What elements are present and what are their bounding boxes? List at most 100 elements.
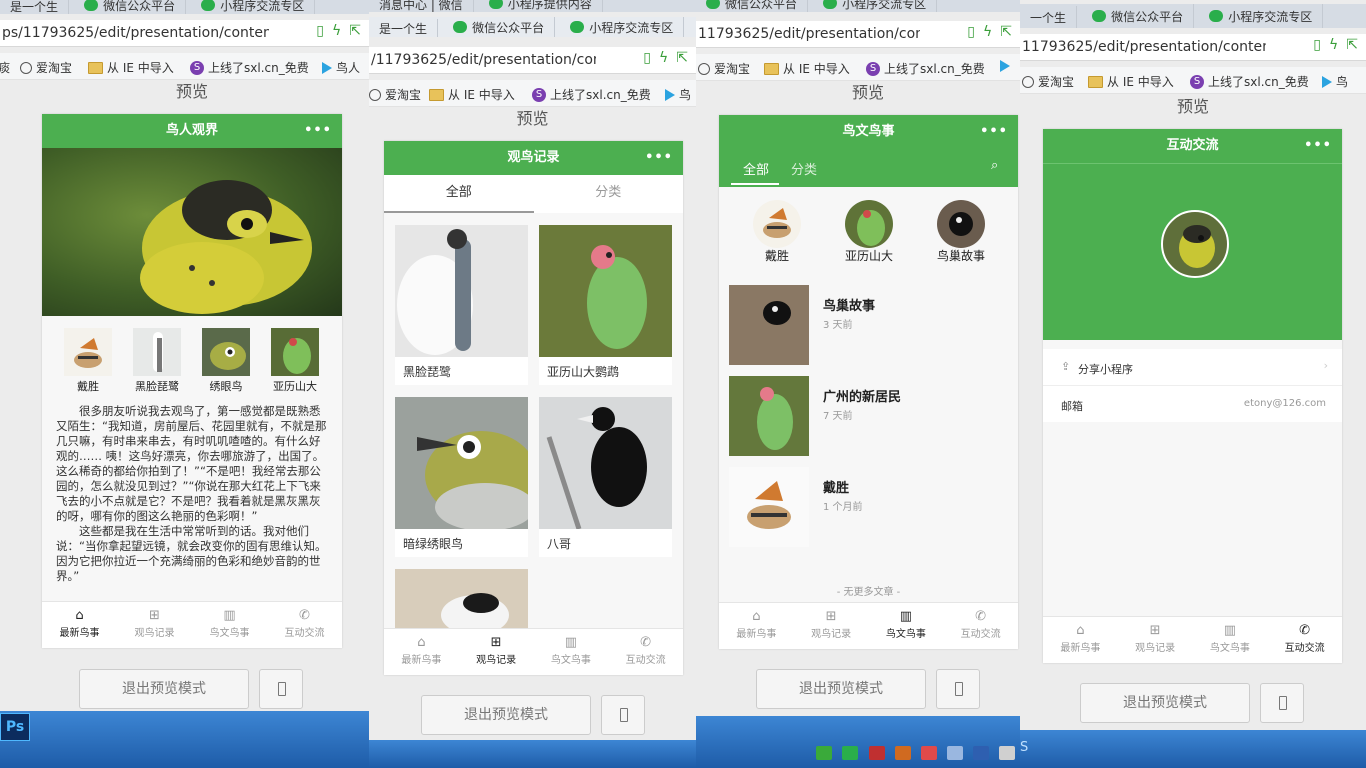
book-icon[interactable]: ▯ [1313, 37, 1329, 53]
volume-icon[interactable] [999, 746, 1015, 760]
bookmark-ie-import[interactable]: 从 IE 中导入 [1088, 73, 1174, 90]
bookmark-taobao[interactable]: 爱淘宝 [1022, 73, 1074, 90]
record-card[interactable]: 八哥 [539, 397, 672, 557]
flash-icon[interactable]: ϟ [1329, 37, 1346, 53]
bookmark-bird[interactable]: 鸟 [1322, 73, 1348, 90]
app-tray-icon[interactable] [920, 746, 937, 760]
bookmark-sxl[interactable]: S 上线了sxl.cn_免费 [1190, 73, 1309, 90]
tabbar-item-interact[interactable]: ✆ 互动交流 [267, 602, 342, 648]
device-button[interactable] [259, 669, 303, 709]
tabbar-item-latest[interactable]: ⌂ 最新鸟事 [1043, 617, 1118, 663]
thumb-white-eye[interactable] [202, 328, 250, 376]
browser-tab[interactable]: 小程序交流专区 [813, 0, 938, 12]
segment-category[interactable]: 分类 [534, 175, 684, 213]
app-tray-icon[interactable] [868, 746, 885, 760]
browser-tab[interactable]: 消息中心 | 微信 [369, 0, 474, 12]
device-button[interactable] [1260, 683, 1304, 723]
browser-tab[interactable]: 小程序提供内容 [479, 0, 603, 12]
tabbar-item-records[interactable]: ⊞ 观鸟记录 [459, 629, 534, 675]
filter-all[interactable]: 全部 [743, 159, 769, 178]
browser-tab[interactable]: 小程序交流专区 [1199, 4, 1324, 28]
share-icon[interactable]: ⇱ [1346, 37, 1366, 53]
tabbar-item-articles[interactable]: ▥ 鸟文鸟事 [1193, 617, 1268, 663]
bookmark-bird[interactable]: 鸟人 [322, 59, 360, 76]
category-parakeet[interactable] [845, 200, 893, 248]
browser-tab[interactable]: 微信公众平台 [1082, 4, 1195, 28]
record-card[interactable]: 黑脸琵鹭 [395, 225, 528, 385]
share-icon[interactable]: ⇱ [349, 23, 369, 39]
address-bar[interactable]: 11793625/edit/presentation/conten ▯ϟ⇱ [696, 21, 1020, 48]
bluetooth-icon[interactable] [972, 746, 989, 760]
flash-icon[interactable]: ϟ [983, 24, 1000, 40]
tabbar-item-articles[interactable]: ▥ 鸟文鸟事 [192, 602, 267, 648]
tabbar-item-articles[interactable]: ▥ 鸟文鸟事 [869, 603, 944, 649]
browser-tab[interactable]: 微信公众平台 [74, 0, 187, 14]
thumb-hoopoe[interactable] [64, 328, 112, 376]
bookmark-sxl[interactable]: S 上线了sxl.cn_免费 [532, 86, 651, 103]
record-card[interactable]: 亚历山大鹦鹉 [539, 225, 672, 385]
more-icon[interactable]: ••• [980, 115, 1008, 149]
address-bar[interactable]: ps/11793625/edit/presentation/conten ▯ϟ⇱ [0, 20, 369, 47]
tabbar-item-latest[interactable]: ⌂ 最新鸟事 [719, 603, 794, 649]
bookmark-bird[interactable] [1000, 60, 1010, 72]
network-icon[interactable] [946, 746, 963, 760]
flash-icon[interactable]: ϟ [659, 50, 676, 66]
bookmark-fragment[interactable]: 痰 [0, 59, 10, 76]
wechat-tray-icon[interactable] [842, 746, 859, 760]
tabbar-item-records[interactable]: ⊞ 观鸟记录 [1118, 617, 1193, 663]
bookmark-taobao[interactable]: 爱淘宝 [698, 60, 750, 77]
tabbar-item-latest[interactable]: ⌂ 最新鸟事 [384, 629, 459, 675]
browser-tab[interactable]: 微信公众平台 [696, 0, 809, 12]
photoshop-icon[interactable]: Ps [0, 713, 30, 741]
bookmark-sxl[interactable]: S 上线了sxl.cn_免费 [190, 59, 309, 76]
tabbar-item-interact[interactable]: ✆ 互动交流 [1267, 617, 1342, 663]
app-tray-icon[interactable] [894, 746, 911, 760]
more-icon[interactable]: ••• [645, 141, 673, 175]
device-button[interactable] [936, 669, 980, 709]
bookmark-taobao[interactable]: 爱淘宝 [20, 59, 72, 76]
thumb-parakeet[interactable] [271, 328, 319, 376]
tabbar-item-records[interactable]: ⊞ 观鸟记录 [794, 603, 869, 649]
exit-preview-button[interactable]: 退出预览模式 [421, 695, 591, 735]
bookmark-ie-import[interactable]: 从 IE 中导入 [88, 59, 174, 76]
exit-preview-button[interactable]: 退出预览模式 [1080, 683, 1250, 723]
browser-tab[interactable]: 小程序交流专区 [560, 17, 685, 37]
tabbar-item-interact[interactable]: ✆ 互动交流 [943, 603, 1018, 649]
record-card[interactable]: 暗绿绣眼鸟 [395, 397, 528, 557]
segment-all[interactable]: 全部 [384, 175, 534, 213]
browser-tab[interactable]: 微信公众平台 [443, 17, 556, 37]
bookmark-ie-import[interactable]: 从 IE 中导入 [764, 60, 850, 77]
shield-icon[interactable] [816, 746, 833, 760]
bookmark-sxl[interactable]: S 上线了sxl.cn_免费 [866, 60, 985, 77]
share-icon[interactable]: ⇱ [1000, 24, 1020, 40]
tabbar-item-latest[interactable]: ⌂ 最新鸟事 [42, 602, 117, 648]
bookmark-bird[interactable]: 鸟 [665, 86, 691, 103]
book-icon[interactable]: ▯ [316, 23, 332, 39]
browser-tab[interactable]: 是一个生 [0, 0, 70, 14]
more-icon[interactable]: ••• [304, 114, 332, 148]
taskbar-app-s[interactable]: S [1020, 740, 1028, 755]
more-icon[interactable]: ••• [1304, 129, 1332, 163]
browser-tab[interactable]: 一个生 [1020, 5, 1078, 28]
tabbar-item-records[interactable]: ⊞ 观鸟记录 [117, 602, 192, 648]
thumb-spoonbill[interactable] [133, 328, 181, 376]
search-icon[interactable]: ⌕ [991, 158, 998, 173]
filter-category[interactable]: 分类 [791, 159, 817, 178]
category-nest[interactable] [937, 200, 985, 248]
record-card[interactable] [395, 569, 528, 629]
exit-preview-button[interactable]: 退出预览模式 [79, 669, 249, 709]
book-icon[interactable]: ▯ [643, 50, 659, 66]
share-row[interactable]: ⇪ 分享小程序 › [1043, 349, 1342, 386]
category-hoopoe[interactable] [753, 200, 801, 248]
device-button[interactable] [601, 695, 645, 735]
bookmark-ie-import[interactable]: 从 IE 中导入 [429, 86, 515, 103]
book-icon[interactable]: ▯ [967, 24, 983, 40]
address-bar[interactable]: /11793625/edit/presentation/conten ▯ϟ⇱ [369, 47, 696, 74]
browser-tab[interactable]: 是一个生 [369, 18, 439, 37]
exit-preview-button[interactable]: 退出预览模式 [756, 669, 926, 709]
tabbar-item-interact[interactable]: ✆ 互动交流 [608, 629, 683, 675]
bookmark-taobao[interactable]: 爱淘宝 [369, 86, 421, 103]
tabbar-item-articles[interactable]: ▥ 鸟文鸟事 [534, 629, 609, 675]
browser-tab[interactable]: 小程序交流专区 [191, 0, 316, 14]
flash-icon[interactable]: ϟ [332, 23, 349, 39]
